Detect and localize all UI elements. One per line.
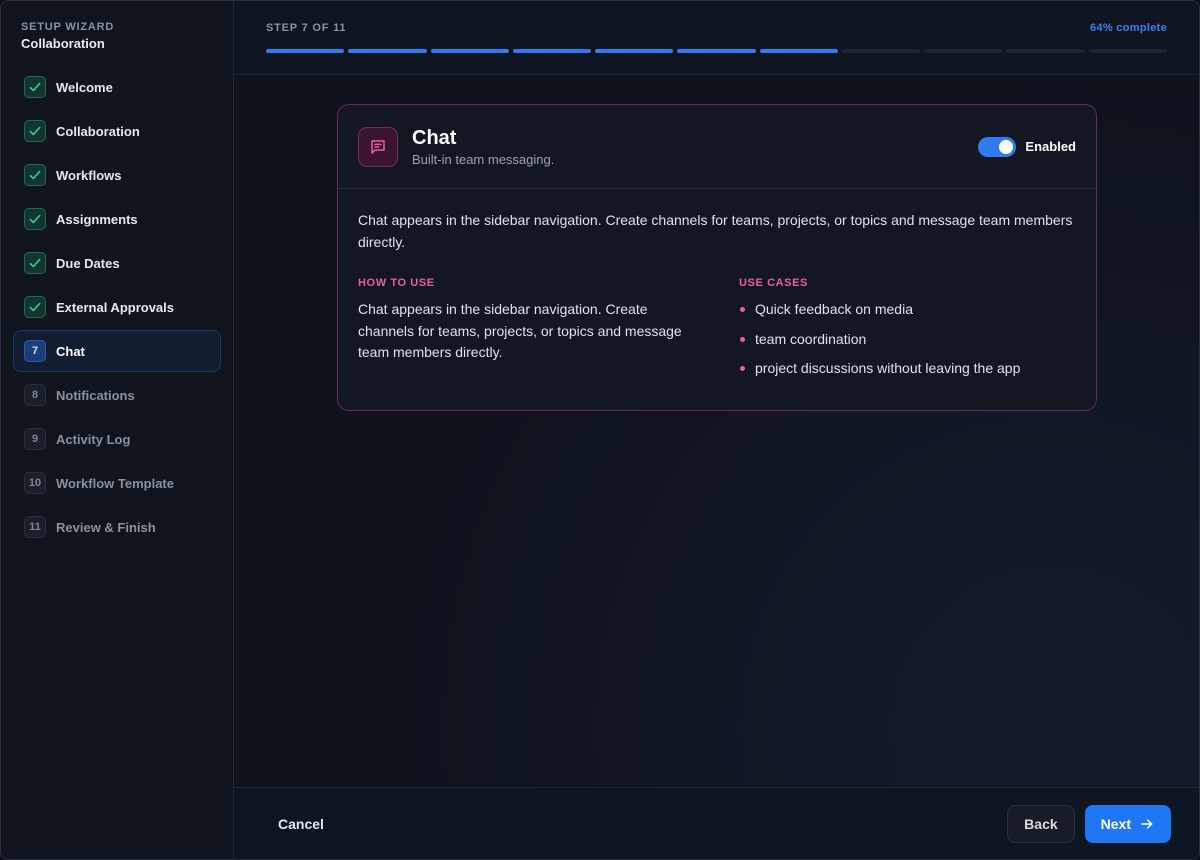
- progress-segment: [348, 49, 427, 53]
- enabled-toggle[interactable]: [978, 136, 1017, 157]
- sidebar-step-label: Welcome: [56, 79, 113, 95]
- percent-complete: 64% complete: [1090, 22, 1167, 34]
- sidebar-step[interactable]: 8 Notifications: [13, 374, 221, 416]
- step-number: 8: [24, 384, 46, 406]
- use-case-item: Quick feedback on media: [739, 299, 1076, 320]
- progress-header: STEP 7 OF 11 64% complete: [234, 1, 1199, 75]
- sidebar-step-label: Assignments: [56, 211, 138, 227]
- chat-bubble-icon: [358, 126, 398, 167]
- sidebar-step[interactable]: 9 Activity Log: [13, 418, 221, 460]
- check-icon: [24, 296, 46, 318]
- check-icon: [24, 120, 46, 142]
- sidebar-step-label: External Approvals: [56, 299, 175, 315]
- next-button[interactable]: Next: [1084, 804, 1171, 843]
- enabled-toggle-group[interactable]: Enabled: [978, 136, 1076, 157]
- progress-segment: [1088, 49, 1167, 53]
- check-icon: [24, 208, 46, 230]
- progress-bar: [266, 49, 1167, 53]
- wizard-footer: Cancel Back Next: [234, 787, 1199, 859]
- check-icon: [24, 76, 46, 98]
- cancel-button[interactable]: Cancel: [278, 816, 324, 832]
- progress-segment: [841, 49, 921, 53]
- sidebar-step-label: Due Dates: [56, 255, 120, 271]
- sidebar-step[interactable]: 10 Workflow Template: [13, 462, 221, 504]
- progress-segment: [430, 49, 509, 53]
- progress-segment: [759, 49, 838, 53]
- use-cases-heading: USE CASES: [739, 277, 808, 289]
- progress-segment: [1006, 49, 1085, 53]
- use-cases-list: Quick feedback on media team coordination…: [739, 299, 1076, 379]
- sidebar-title: Collaboration: [21, 36, 105, 51]
- progress-segment: [266, 49, 345, 53]
- card-description: Chat appears in the sidebar navigation. …: [358, 212, 1073, 250]
- progress-segment: [595, 49, 674, 53]
- progress-segment: [677, 49, 756, 53]
- sidebar-step-label: Workflow Template: [56, 475, 174, 491]
- how-to-use-section: HOW TO USE Chat appears in the sidebar n…: [358, 277, 695, 388]
- toggle-label: Enabled: [1025, 139, 1076, 154]
- sidebar-step[interactable]: Due Dates: [13, 242, 221, 284]
- progress-segment: [512, 49, 592, 53]
- wizard-sidebar: SETUP WIZARD Collaboration Welcome Collab…: [1, 1, 234, 859]
- arrow-right-icon: [1140, 818, 1153, 829]
- sidebar-step-label: Activity Log: [56, 431, 131, 447]
- card-title: Chat: [412, 127, 457, 149]
- how-to-use-heading: HOW TO USE: [358, 277, 435, 289]
- sidebar-step[interactable]: Welcome: [13, 66, 221, 108]
- sidebar-step[interactable]: Assignments: [13, 198, 221, 240]
- back-button[interactable]: Back: [1007, 804, 1075, 843]
- main-panel: STEP 7 OF 11 64% complete Chat Built-in …: [234, 1, 1199, 859]
- sidebar-step-label: Workflows: [56, 167, 122, 183]
- sidebar-eyebrow: SETUP WIZARD: [21, 21, 115, 33]
- step-list: Welcome Collaboration Workflows Assignments…: [13, 66, 221, 548]
- setup-wizard-window: SETUP WIZARD Collaboration Welcome Collab…: [0, 0, 1200, 860]
- check-icon: [24, 164, 46, 186]
- use-cases-section: USE CASES Quick feedback on media team co…: [739, 277, 1076, 388]
- how-to-use-text: Chat appears in the sidebar navigation. …: [358, 301, 682, 360]
- use-case-item: team coordination: [739, 329, 1076, 350]
- toggle-knob: [999, 139, 1014, 154]
- sidebar-step[interactable]: Workflows: [13, 154, 221, 196]
- use-case-item: project discussions without leaving the …: [739, 358, 1076, 379]
- check-icon: [24, 252, 46, 274]
- progress-segment: [924, 49, 1003, 53]
- next-button-label: Next: [1100, 815, 1131, 832]
- sidebar-step-label: Notifications: [56, 387, 135, 403]
- step-number: 9: [24, 428, 46, 450]
- card-subtitle: Built-in team messaging.: [412, 152, 555, 167]
- card-header: Chat Built-in team messaging. Enabled: [338, 105, 1096, 189]
- card-body: Chat appears in the sidebar navigation. …: [338, 189, 1096, 410]
- sidebar-step[interactable]: Collaboration: [13, 110, 221, 152]
- feature-card: Chat Built-in team messaging. Enabled Ch…: [337, 104, 1097, 411]
- sidebar-step[interactable]: 7 Chat: [13, 330, 221, 372]
- sidebar-step[interactable]: External Approvals: [13, 286, 221, 328]
- step-number: 7: [24, 340, 46, 362]
- step-number: 11: [24, 516, 46, 538]
- sidebar-step-label: Collaboration: [56, 123, 140, 139]
- sidebar-step[interactable]: 11 Review & Finish: [13, 506, 221, 548]
- sidebar-step-label: Review & Finish: [56, 519, 156, 535]
- step-number: 10: [24, 472, 46, 494]
- step-counter: STEP 7 OF 11: [266, 22, 347, 34]
- sidebar-step-label: Chat: [56, 343, 85, 359]
